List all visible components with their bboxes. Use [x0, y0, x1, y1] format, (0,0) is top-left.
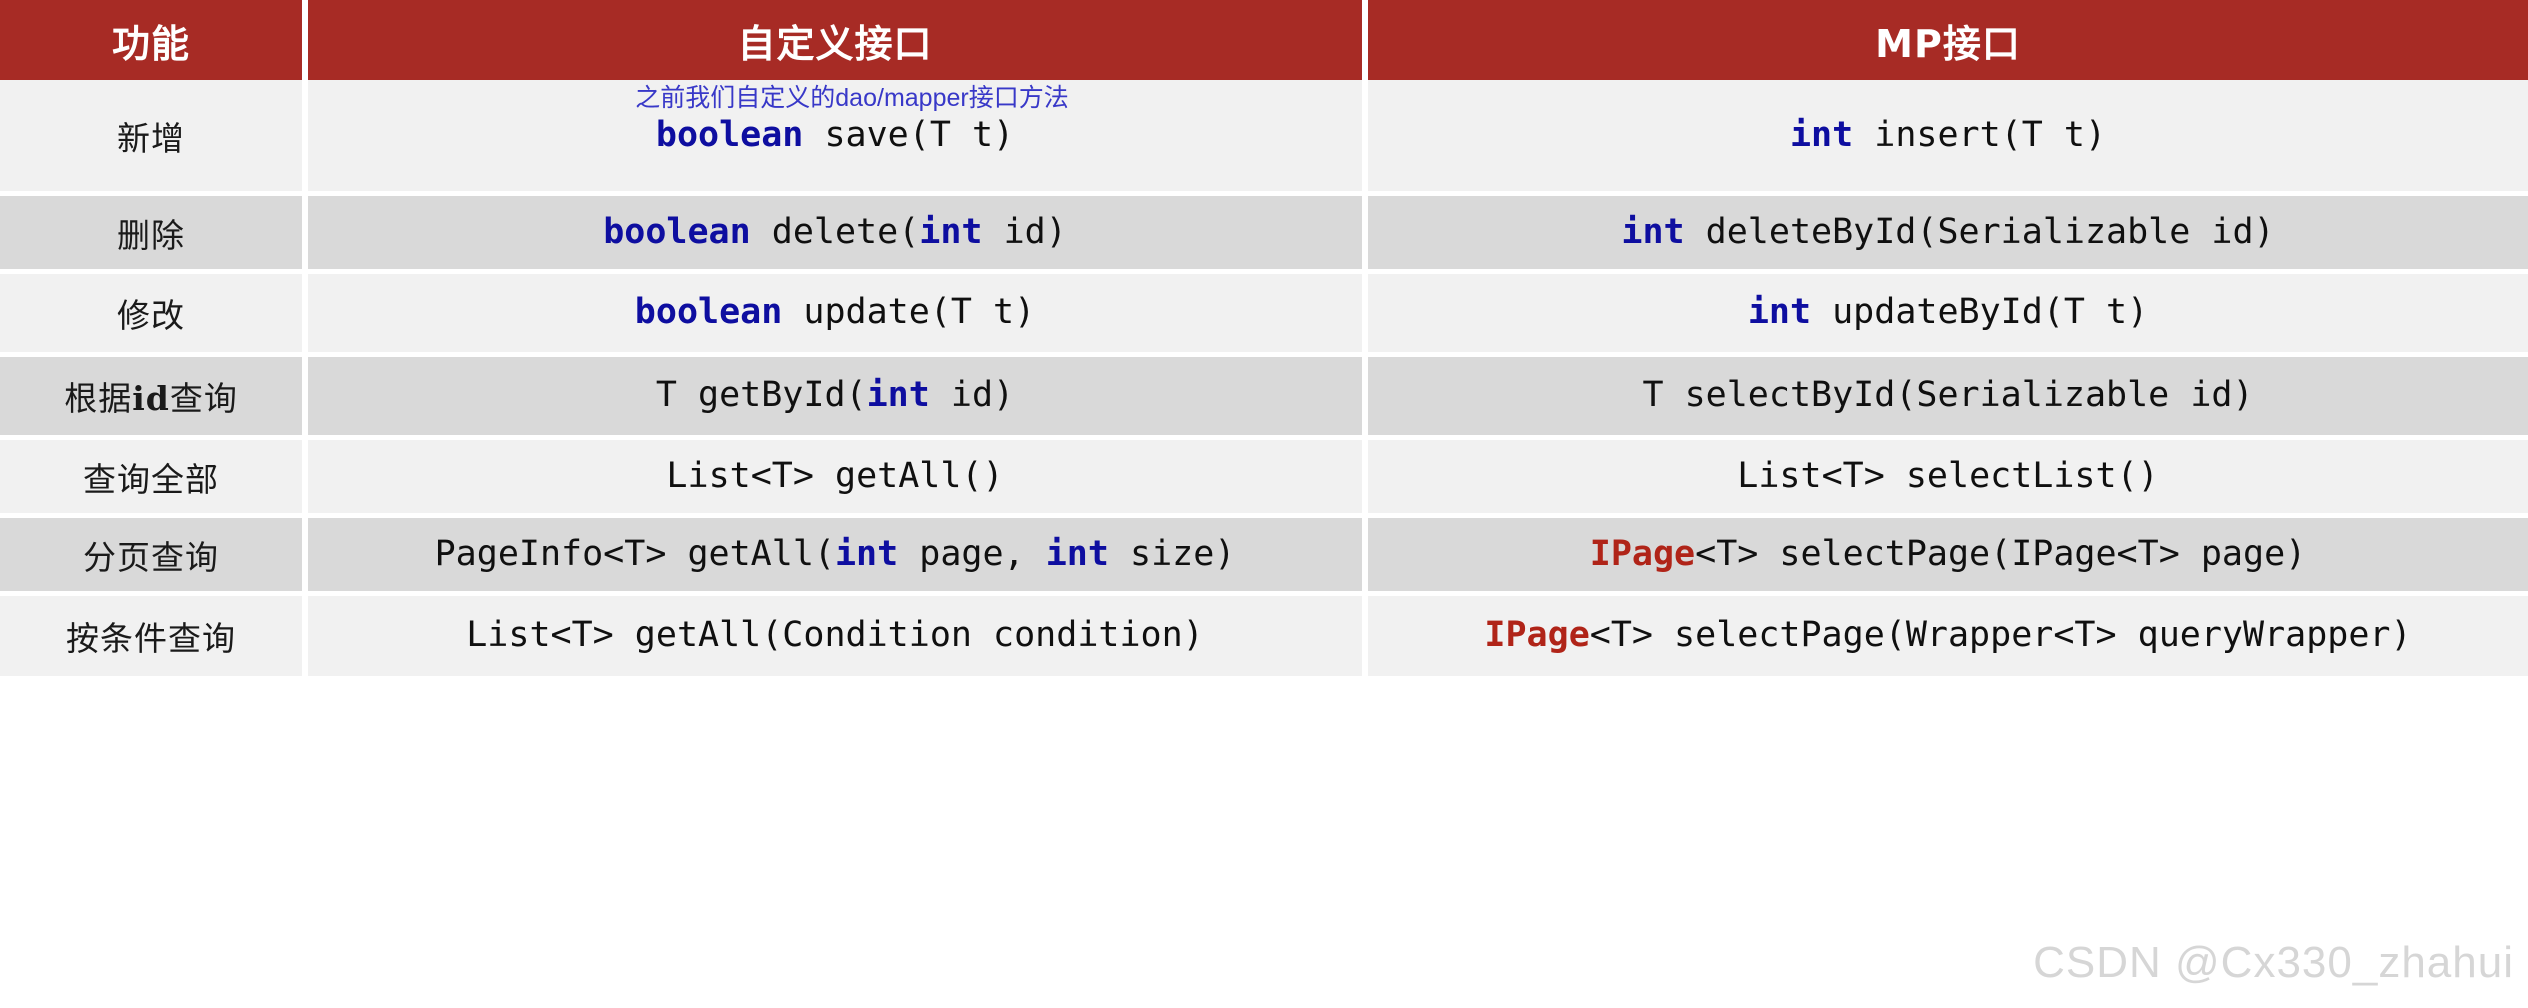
cell-mp-signature: T selectById(Serializable id) [1368, 357, 2528, 440]
cell-custom-signature: T getById(int id) [308, 357, 1368, 440]
cell-feature: 修改 [0, 274, 308, 357]
cell-custom-signature: boolean delete(int id) [308, 196, 1368, 274]
table-row: 根据id查询 T getById(int id) T selectById(Seri… [0, 357, 2528, 440]
cell-feature: 查询全部 [0, 440, 308, 518]
table-body: 新增 boolean save(T t) int insert(T t) 删除 bool… [0, 80, 2528, 681]
cell-feature: 分页查询 [0, 518, 308, 596]
cell-mp-signature: int deleteById(Serializable id) [1368, 196, 2528, 274]
api-comparison-table: 功能 自定义接口 MP接口 新增 boolean save(T t) int ins… [0, 0, 2528, 681]
cell-custom-signature: PageInfo<T> getAll(int page, int size) [308, 518, 1368, 596]
header-cell-feature: 功能 [0, 0, 308, 80]
cell-custom-signature: List<T> getAll() [308, 440, 1368, 518]
cell-feature: 按条件查询 [0, 596, 308, 681]
table-row: 分页查询 PageInfo<T> getAll(int page, int siz… [0, 518, 2528, 596]
cell-custom-signature: boolean update(T t) [308, 274, 1368, 357]
header-cell-mp-interface: MP接口 [1368, 0, 2528, 80]
cell-custom-signature: boolean save(T t) [308, 80, 1368, 196]
cell-mp-signature: IPage<T> selectPage(Wrapper<T> queryWrap… [1368, 596, 2528, 681]
cell-mp-signature: IPage<T> selectPage(IPage<T> page) [1368, 518, 2528, 596]
header-row: 功能 自定义接口 MP接口 [0, 0, 2528, 80]
cell-mp-signature: int insert(T t) [1368, 80, 2528, 196]
cell-custom-signature: List<T> getAll(Condition condition) [308, 596, 1368, 681]
table-row: 新增 boolean save(T t) int insert(T t) [0, 80, 2528, 196]
cell-feature: 新增 [0, 80, 308, 196]
cell-feature: 删除 [0, 196, 308, 274]
table-row: 查询全部 List<T> getAll() List<T> selectList() [0, 440, 2528, 518]
cell-feature: 根据id查询 [0, 357, 308, 440]
table-row: 修改 boolean update(T t) int updateById(T t) [0, 274, 2528, 357]
cell-mp-signature: int updateById(T t) [1368, 274, 2528, 357]
table-row: 按条件查询 List<T> getAll(Condition condition)… [0, 596, 2528, 681]
table-header: 功能 自定义接口 MP接口 [0, 0, 2528, 80]
csdn-watermark: CSDN @Cx330_zhahui [2033, 938, 2514, 987]
header-cell-custom-interface: 自定义接口 [308, 0, 1368, 80]
table-row: 删除 boolean delete(int id) int deleteById(S… [0, 196, 2528, 274]
comparison-table-container: 功能 自定义接口 MP接口 新增 boolean save(T t) int ins… [0, 0, 2528, 1008]
cell-mp-signature: List<T> selectList() [1368, 440, 2528, 518]
